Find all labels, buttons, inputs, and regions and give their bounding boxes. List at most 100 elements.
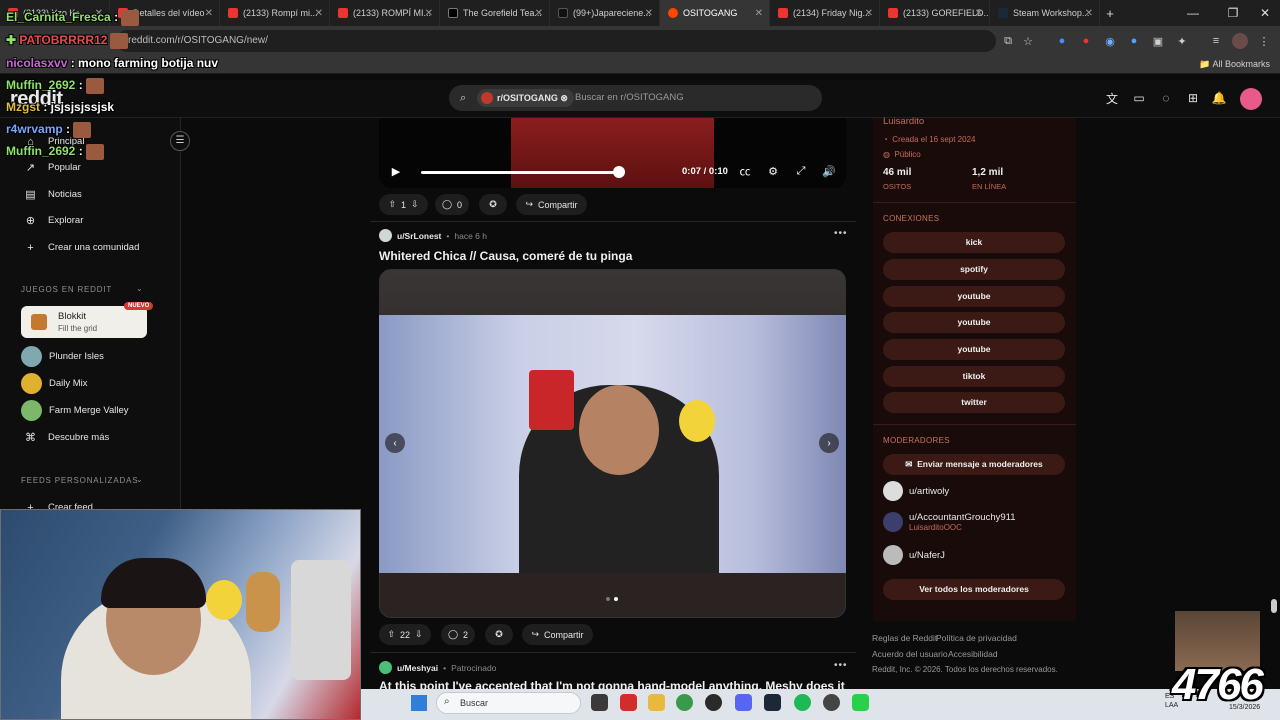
moderator-item[interactable]: u/AccountantGrouchy911 LuisarditoOOC — [883, 512, 1016, 532]
connection-youtube[interactable]: youtube — [883, 312, 1065, 333]
play-icon[interactable]: ▶ — [389, 164, 403, 178]
extension-icon[interactable]: ● — [1054, 33, 1070, 49]
minimize-icon[interactable]: — — [1173, 0, 1213, 26]
user-avatar[interactable] — [379, 661, 392, 674]
carousel-next-icon[interactable]: › — [819, 433, 839, 453]
extensions-puzzle-icon[interactable]: ✦ — [1174, 33, 1190, 49]
fullscreen-icon[interactable]: ⤢ — [794, 164, 808, 178]
award-button[interactable]: ✪ — [479, 194, 507, 215]
taskbar-search[interactable] — [436, 692, 581, 714]
close-tab-icon[interactable]: ✕ — [535, 8, 543, 19]
close-tab-icon[interactable]: ✕ — [865, 8, 873, 19]
games-section-header[interactable]: JUEGOS EN REDDIT ⌄ — [21, 284, 143, 294]
close-tab-icon[interactable]: ✕ — [1085, 8, 1093, 19]
browser-tab[interactable]: The Gorefield Tea... ✕ — [440, 0, 550, 26]
menu-kebab-icon[interactable]: ⋮ — [1256, 33, 1272, 49]
close-tab-icon[interactable]: ✕ — [975, 8, 983, 19]
footer-rules-link[interactable]: Reglas de Reddit — [872, 633, 937, 643]
carousel-prev-icon[interactable]: ‹ — [385, 433, 405, 453]
sidebar-item-popular[interactable]: ↗ Popular — [24, 161, 81, 174]
extension-icon[interactable]: ● — [1126, 33, 1142, 49]
game-blokkit[interactable]: Blokkit Fill the grid — [21, 306, 147, 338]
browser-tab[interactable]: (2133) GOREFIELD... ✕ — [880, 0, 990, 26]
share-button[interactable]: ↪ Compartir — [522, 624, 593, 645]
extension-icon[interactable]: ▣ — [1150, 33, 1166, 49]
video-progress-handle[interactable] — [613, 166, 625, 178]
task-view-icon[interactable] — [591, 694, 608, 711]
connection-youtube[interactable]: youtube — [883, 339, 1065, 360]
post-title[interactable]: Whitered Chica // Causa, comeré de tu pi… — [379, 249, 632, 263]
browser-tab[interactable]: Steam Workshop... ✕ — [990, 0, 1100, 26]
settings-gear-icon[interactable]: ⚙ — [766, 164, 780, 178]
close-tab-icon[interactable]: ✕ — [755, 8, 763, 19]
captions-icon[interactable]: ㏄ — [738, 164, 752, 178]
steam-icon[interactable] — [764, 694, 781, 711]
connection-spotify[interactable]: spotify — [883, 259, 1065, 280]
moderator-item[interactable]: u/artiwoly — [883, 481, 949, 501]
connection-kick[interactable]: kick — [883, 232, 1065, 253]
volume-icon[interactable]: 🔊 — [822, 164, 836, 178]
more-options-icon[interactable]: ••• — [834, 228, 848, 239]
connection-tiktok[interactable]: tiktok — [883, 366, 1065, 387]
close-tab-icon[interactable]: ✕ — [425, 8, 433, 19]
sidebar-item-explore[interactable]: ⊕ Explorar — [24, 214, 83, 227]
ads-icon[interactable]: ▭ — [1131, 90, 1147, 106]
footer-privacy-link[interactable]: Política de privacidad — [936, 633, 1017, 643]
downvote-icon[interactable]: ⇩ — [415, 629, 423, 640]
game-farm-merge-valley[interactable]: Farm Merge Valley — [21, 400, 129, 421]
app-icon[interactable] — [852, 694, 869, 711]
upvote-icon[interactable]: ⇧ — [387, 629, 395, 640]
message-mods-button[interactable]: ✉ Enviar mensaje a moderadores — [883, 454, 1065, 475]
create-post-icon[interactable]: ⊞ — [1185, 90, 1201, 106]
obs-icon[interactable] — [823, 694, 840, 711]
comments-button[interactable]: ◯ 2 — [441, 624, 475, 645]
award-button[interactable]: ✪ — [485, 624, 513, 645]
close-tab-icon[interactable]: ✕ — [645, 8, 653, 19]
view-all-mods-button[interactable]: Ver todos los moderadores — [883, 579, 1065, 600]
browser-tab[interactable]: (2133) ROMPÍ MI... ✕ — [330, 0, 440, 26]
translate-icon[interactable]: 文 — [1104, 90, 1120, 106]
app-icon[interactable] — [620, 694, 637, 711]
new-tab-icon[interactable]: + — [1100, 6, 1120, 21]
search-community-chip[interactable]: r/OSITOGANG ⊗ — [477, 89, 574, 107]
share-button[interactable]: ↪ Compartir — [516, 194, 587, 215]
all-bookmarks[interactable]: 📁 All Bookmarks — [1199, 59, 1270, 70]
scrollbar-thumb[interactable] — [1271, 599, 1277, 613]
feeds-section-header[interactable]: FEEDS PERSONALIZADAS ⌄ — [21, 475, 143, 485]
sidebar-item-news[interactable]: ▤ Noticias — [24, 188, 82, 201]
vote-pill[interactable]: ⇧ 1 ⇩ — [379, 194, 428, 215]
upvote-icon[interactable]: ⇧ — [388, 199, 396, 210]
bookmark-star-icon[interactable]: ☆ — [1020, 33, 1036, 49]
carousel-dot[interactable] — [606, 597, 610, 601]
sidebar-item-create-community[interactable]: + Crear una comunidad — [24, 241, 139, 254]
chrome-icon[interactable] — [676, 694, 693, 711]
comments-button[interactable]: ◯ 0 — [435, 194, 469, 215]
discord-icon[interactable] — [735, 694, 752, 711]
game-plunder-isles[interactable]: Plunder Isles — [21, 346, 104, 367]
file-explorer-icon[interactable] — [648, 694, 665, 711]
app-icon[interactable] — [705, 694, 722, 711]
connection-twitter[interactable]: twitter — [883, 392, 1065, 413]
post-image[interactable] — [379, 315, 846, 573]
game-daily-mix[interactable]: Daily Mix — [21, 373, 88, 394]
profile-avatar[interactable] — [1232, 33, 1248, 49]
carousel-dot-active[interactable] — [614, 597, 618, 601]
vote-pill[interactable]: ⇧ 22 ⇩ — [379, 624, 431, 645]
connection-youtube[interactable]: youtube — [883, 286, 1065, 307]
footer-agreement-link[interactable]: Acuerdo del usuario — [872, 649, 948, 659]
browser-tab-active[interactable]: OSITOGANG ✕ — [660, 0, 770, 26]
extension-icon[interactable]: ◉ — [1102, 33, 1118, 49]
spotify-icon[interactable] — [794, 694, 811, 711]
downvote-icon[interactable]: ⇩ — [411, 199, 419, 210]
browser-tab[interactable]: (99+)Japareciene... ✕ — [550, 0, 660, 26]
notifications-icon[interactable]: 🔔 — [1211, 90, 1227, 106]
sidebar-item-discover[interactable]: ⌘ Descubre más — [24, 431, 109, 444]
reading-list-icon[interactable]: ≡ — [1208, 33, 1224, 49]
moderator-item[interactable]: u/NaferJ — [883, 545, 945, 565]
close-tab-icon[interactable]: ✕ — [315, 8, 323, 19]
close-window-icon[interactable]: ✕ — [1245, 0, 1280, 26]
video-progress-bar[interactable] — [421, 171, 619, 174]
install-app-icon[interactable]: ⧉ — [1000, 33, 1016, 49]
extension-icon[interactable]: ● — [1078, 33, 1094, 49]
user-avatar[interactable] — [379, 229, 392, 242]
